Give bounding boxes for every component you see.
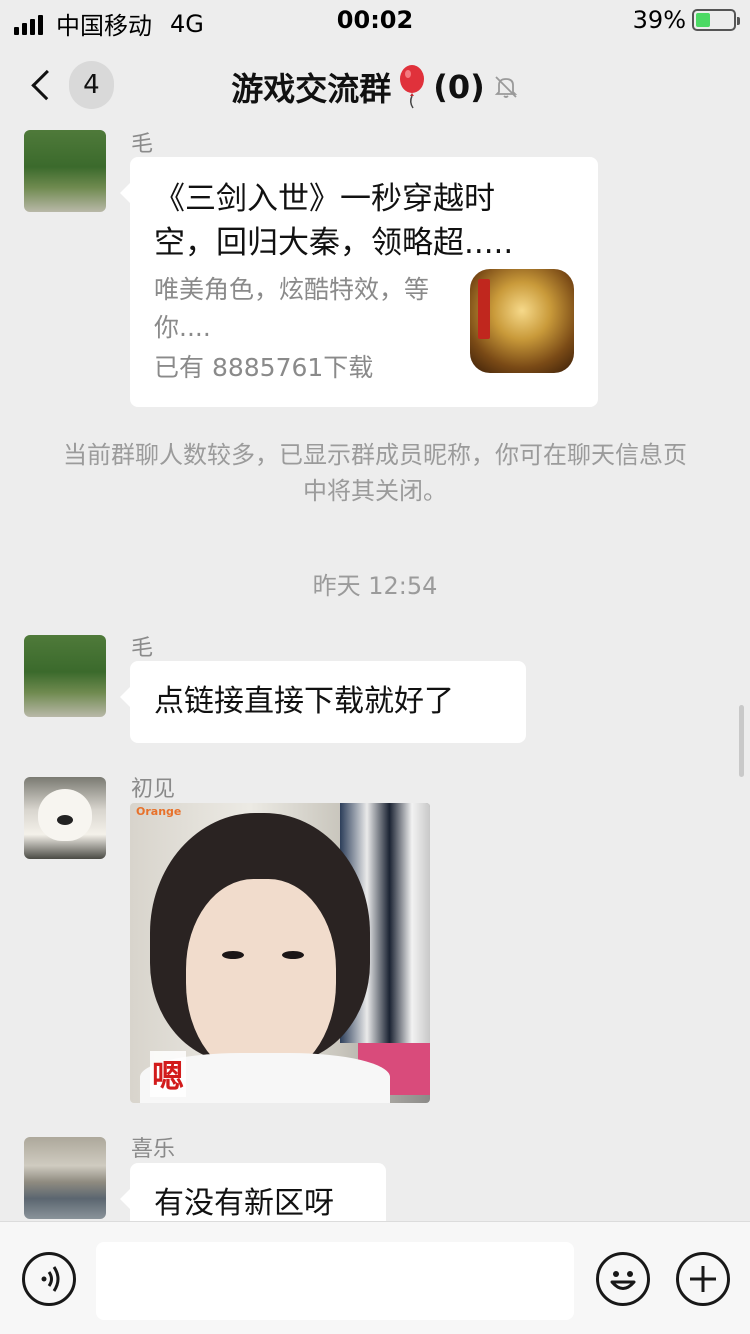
- voice-button[interactable]: [22, 1252, 76, 1306]
- scroll-indicator[interactable]: [739, 705, 744, 777]
- avatar[interactable]: [24, 635, 106, 717]
- member-count: (0): [433, 68, 485, 106]
- system-notice: 当前群聊人数较多，已显示群成员昵称，你可在聊天信息页中将其关闭。: [63, 441, 687, 505]
- status-bar: 中国移动 4G 00:02 39%: [0, 0, 750, 40]
- text-message[interactable]: 点链接直接下载就好了: [120, 661, 526, 743]
- battery-percent: 39%: [632, 6, 686, 34]
- battery-fill: [696, 13, 711, 27]
- nav-bar: 4 游戏交流群 (0): [0, 40, 750, 130]
- link-card-title: 《三剑入世》一秒穿越时空，回归大秦，领略超.....: [154, 181, 514, 261]
- plus-icon: [690, 1266, 716, 1292]
- sender-name: 喜乐: [131, 1137, 176, 1162]
- avatar[interactable]: [24, 130, 106, 212]
- sender-name: 毛: [131, 132, 154, 157]
- sticker-eye: [282, 951, 304, 959]
- emoji-icon: [610, 1271, 636, 1290]
- chat-message-list[interactable]: 毛 《三剑入世》一秒穿越时空，回归大秦，领略超..... 唯美角色，炫酷特效，等…: [0, 130, 750, 1221]
- app-thumbnail-red-mark: [478, 279, 490, 339]
- more-button[interactable]: [676, 1252, 730, 1306]
- link-card-description: 唯美角色，炫酷特效，等你....: [154, 275, 430, 342]
- link-card-message[interactable]: 《三剑入世》一秒穿越时空，回归大秦，领略超..... 唯美角色，炫酷特效，等你.…: [120, 157, 598, 407]
- sticker-eye: [222, 951, 244, 959]
- input-bar: [0, 1221, 750, 1334]
- sticker-brand: Orange: [136, 805, 182, 818]
- balloon-icon: [400, 65, 425, 109]
- app-thumbnail-image: [470, 269, 574, 373]
- sticker-face: [186, 879, 336, 1079]
- sender-name: 初见: [131, 777, 176, 802]
- avatar[interactable]: [24, 777, 106, 859]
- chat-title[interactable]: 游戏交流群 (0): [0, 64, 750, 110]
- sticker-message[interactable]: Orange 嗯: [130, 803, 430, 1103]
- emoji-button[interactable]: [596, 1252, 650, 1306]
- battery-icon: [692, 9, 740, 31]
- timestamp: 昨天 12:54: [312, 572, 438, 600]
- text-message[interactable]: 有没有新区呀: [120, 1163, 386, 1221]
- muted-bell-icon: [494, 76, 517, 98]
- status-right: 39%: [632, 6, 740, 34]
- message-input[interactable]: [96, 1242, 574, 1320]
- group-name: 游戏交流群: [231, 70, 392, 108]
- voice-icon: [41, 1266, 60, 1292]
- avatar[interactable]: [24, 1137, 106, 1219]
- sticker-caption: 嗯: [150, 1051, 187, 1097]
- sender-name: 毛: [131, 636, 154, 661]
